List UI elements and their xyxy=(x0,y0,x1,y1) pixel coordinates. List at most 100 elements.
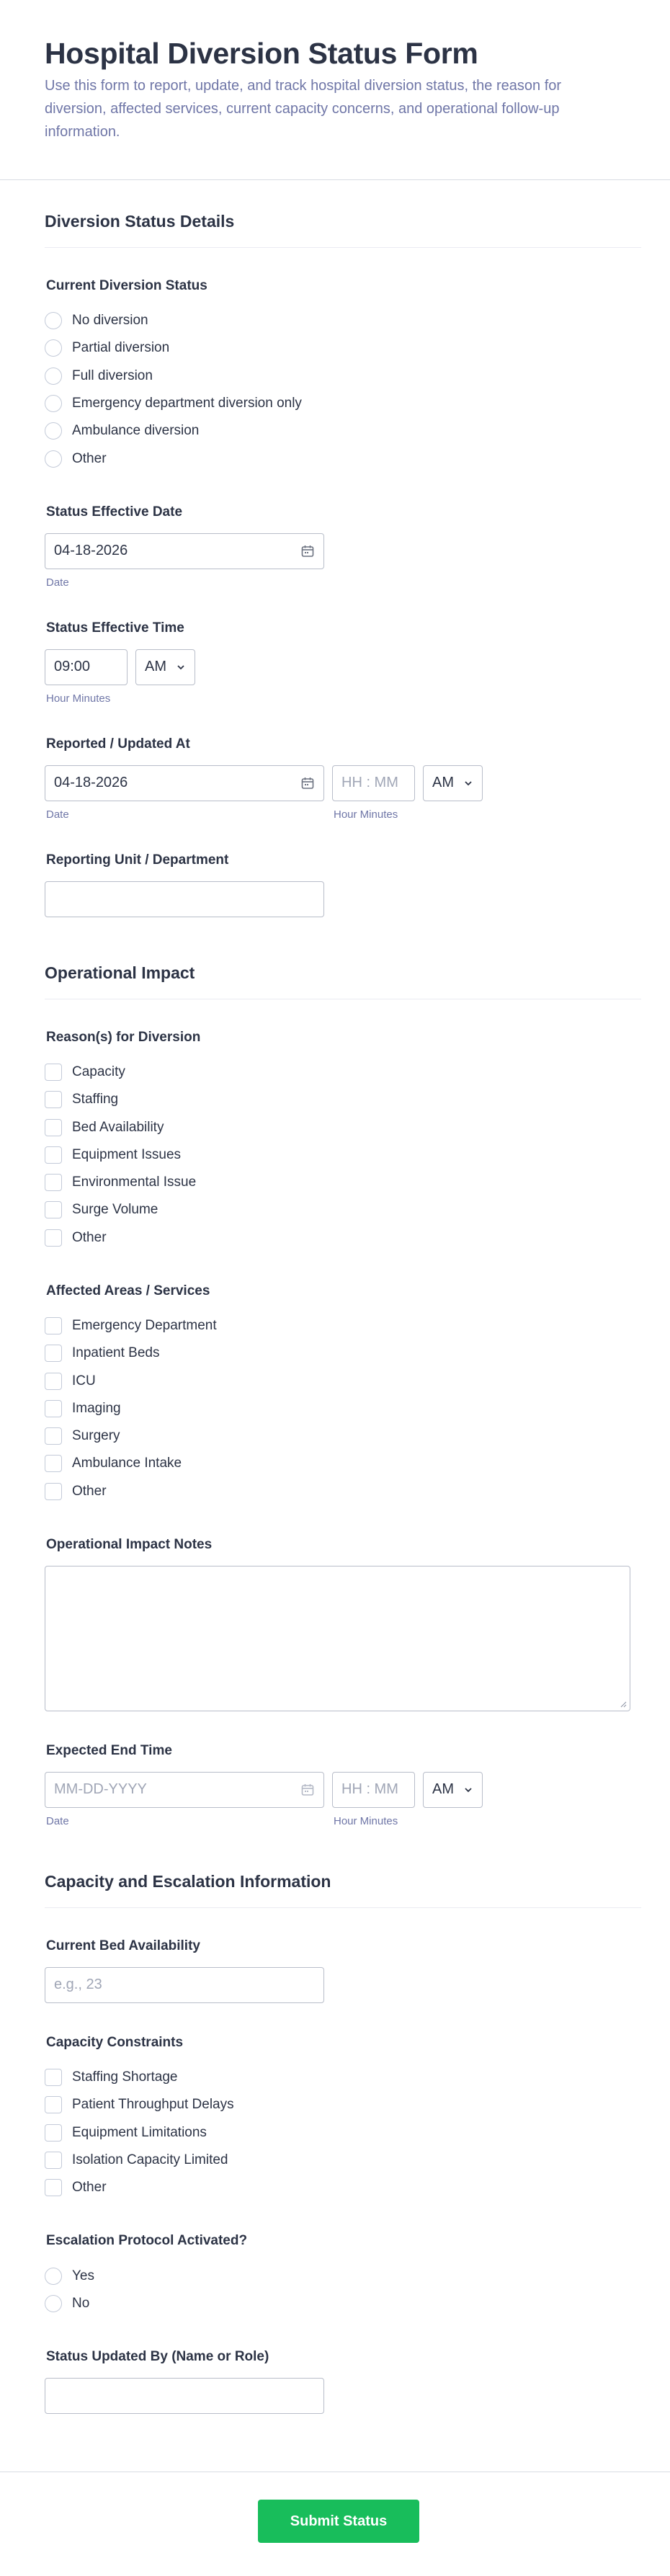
checkbox-option[interactable]: Emergency Department xyxy=(45,1312,641,1340)
option-label: No diversion xyxy=(72,313,148,329)
radio-button[interactable] xyxy=(45,395,62,413)
radio-option[interactable]: No xyxy=(45,2290,641,2317)
checkbox-option[interactable]: Equipment Issues xyxy=(45,1141,641,1169)
checkbox[interactable] xyxy=(45,2123,62,2142)
field-label: Reason(s) for Diversion xyxy=(46,1029,201,1045)
field-label: Affected Areas / Services xyxy=(46,1283,210,1298)
checkbox-option[interactable]: Surge Volume xyxy=(45,1196,641,1224)
updated-by-input[interactable] xyxy=(45,2378,324,2415)
ampm-value: AM xyxy=(432,1781,454,1798)
reported-date-input[interactable]: 04-18-2026 xyxy=(45,765,324,801)
checkbox[interactable] xyxy=(45,1063,62,1081)
checkbox[interactable] xyxy=(45,1229,62,1247)
checkbox[interactable] xyxy=(45,1345,62,1363)
radio-button[interactable] xyxy=(45,450,62,468)
effective-date-input[interactable]: 04-18-2026 xyxy=(45,532,324,569)
checkbox[interactable] xyxy=(45,1317,62,1334)
checkbox[interactable] xyxy=(45,1427,62,1445)
section-capacity-escalation: Capacity and Escalation Information xyxy=(45,1872,641,1908)
checkbox[interactable] xyxy=(45,2151,62,2169)
date-sublabel: Date xyxy=(46,808,69,821)
ampm-select[interactable]: AM xyxy=(423,1771,483,1808)
checkbox[interactable] xyxy=(45,2069,62,2087)
checkbox-option[interactable]: Inpatient Beds xyxy=(45,1340,641,1367)
checkbox-option[interactable]: Capacity xyxy=(45,1059,641,1086)
submit-button[interactable]: Submit Status xyxy=(258,2500,419,2543)
field-label: Reporting Unit / Department xyxy=(46,852,229,868)
option-label: Other xyxy=(72,2180,107,2196)
expected-end-time-input[interactable]: HH : MM xyxy=(332,1771,415,1808)
checkbox-option[interactable]: Other xyxy=(45,1224,641,1252)
date-sublabel: Date xyxy=(46,1814,69,1827)
effective-date-field: Status Effective Date 04-18-2026 Date xyxy=(45,504,641,589)
radio-option[interactable]: Partial diversion xyxy=(45,334,641,362)
checkbox[interactable] xyxy=(45,1091,62,1109)
input-placeholder: e.g., 23 xyxy=(54,1976,102,1993)
field-label: Operational Impact Notes xyxy=(46,1536,213,1552)
ampm-select[interactable]: AM xyxy=(423,765,483,801)
section-heading: Capacity and Escalation Information xyxy=(45,1871,331,1891)
bed-availability-field: Current Bed Availability e.g., 23 xyxy=(45,1938,641,2003)
checkbox-option[interactable]: Other xyxy=(45,2174,641,2201)
time-sublabel: Hour Minutes xyxy=(334,1814,398,1827)
radio-button[interactable] xyxy=(45,2294,62,2312)
calendar-icon[interactable] xyxy=(300,544,315,558)
checkbox-option[interactable]: Imaging xyxy=(45,1395,641,1422)
checkbox-option[interactable]: Patient Throughput Delays xyxy=(45,2091,641,2118)
radio-option[interactable]: Emergency department diversion only xyxy=(45,390,641,417)
field-label: Expected End Time xyxy=(46,1742,172,1758)
checkbox-option[interactable]: ICU xyxy=(45,1367,641,1394)
checkbox-option[interactable]: Isolation Capacity Limited xyxy=(45,2147,641,2174)
checkbox-option[interactable]: Environmental Issue xyxy=(45,1169,641,1196)
time-input[interactable]: 09:00 xyxy=(45,649,128,685)
reporting-unit-input[interactable] xyxy=(45,881,324,917)
option-label: Imaging xyxy=(72,1400,121,1416)
radio-button[interactable] xyxy=(45,422,62,440)
option-label: Capacity xyxy=(72,1064,125,1079)
checkbox-option[interactable]: Other xyxy=(45,1478,641,1505)
checkbox[interactable] xyxy=(45,2179,62,2197)
option-label: Other xyxy=(72,1483,107,1499)
resize-handle-icon[interactable] xyxy=(620,1701,627,1708)
radio-option[interactable]: Yes xyxy=(45,2262,641,2289)
checkbox[interactable] xyxy=(45,1146,62,1164)
radio-button[interactable] xyxy=(45,312,62,330)
checkbox-option[interactable]: Staffing Shortage xyxy=(45,2064,641,2091)
checkbox[interactable] xyxy=(45,1399,62,1417)
notes-textarea[interactable] xyxy=(45,1565,630,1711)
checkbox[interactable] xyxy=(45,2096,62,2114)
field-label: Status Updated By (Name or Role) xyxy=(46,2349,269,2365)
checkbox[interactable] xyxy=(45,1118,62,1136)
checkbox-option[interactable]: Ambulance Intake xyxy=(45,1450,641,1477)
radio-option[interactable]: Other xyxy=(45,445,641,472)
checkbox[interactable] xyxy=(45,1372,62,1390)
form-description: Use this form to report, update, and tra… xyxy=(45,78,562,141)
checkbox[interactable] xyxy=(45,1201,62,1219)
radio-option[interactable]: Ambulance diversion xyxy=(45,417,641,445)
radio-button[interactable] xyxy=(45,367,62,385)
reporting-unit-field: Reporting Unit / Department xyxy=(45,852,641,917)
bed-availability-input[interactable]: e.g., 23 xyxy=(45,1966,324,2003)
checkbox[interactable] xyxy=(45,1482,62,1500)
ampm-value: AM xyxy=(432,775,454,791)
calendar-icon[interactable] xyxy=(300,776,315,790)
option-label: Surge Volume xyxy=(72,1202,158,1218)
checkbox[interactable] xyxy=(45,1455,62,1473)
checkbox-option[interactable]: Bed Availability xyxy=(45,1113,641,1141)
reported-time-input[interactable]: HH : MM xyxy=(332,765,415,801)
radio-option[interactable]: Full diversion xyxy=(45,362,641,390)
option-label: Bed Availability xyxy=(72,1119,164,1135)
checkbox[interactable] xyxy=(45,1174,62,1192)
option-label: Surgery xyxy=(72,1428,120,1444)
ampm-select[interactable]: AM xyxy=(135,649,195,685)
checkbox-option[interactable]: Staffing xyxy=(45,1086,641,1113)
calendar-icon[interactable] xyxy=(300,1783,315,1797)
checkbox-option[interactable]: Surgery xyxy=(45,1422,641,1450)
radio-button[interactable] xyxy=(45,339,62,357)
expected-end-date-input[interactable]: MM-DD-YYYY xyxy=(45,1771,324,1808)
radio-option[interactable]: No diversion xyxy=(45,307,641,334)
option-label: Emergency department diversion only xyxy=(72,396,302,411)
checkbox-option[interactable]: Equipment Limitations xyxy=(45,2119,641,2147)
radio-button[interactable] xyxy=(45,2267,62,2285)
field-label: Capacity Constraints xyxy=(46,2034,184,2050)
